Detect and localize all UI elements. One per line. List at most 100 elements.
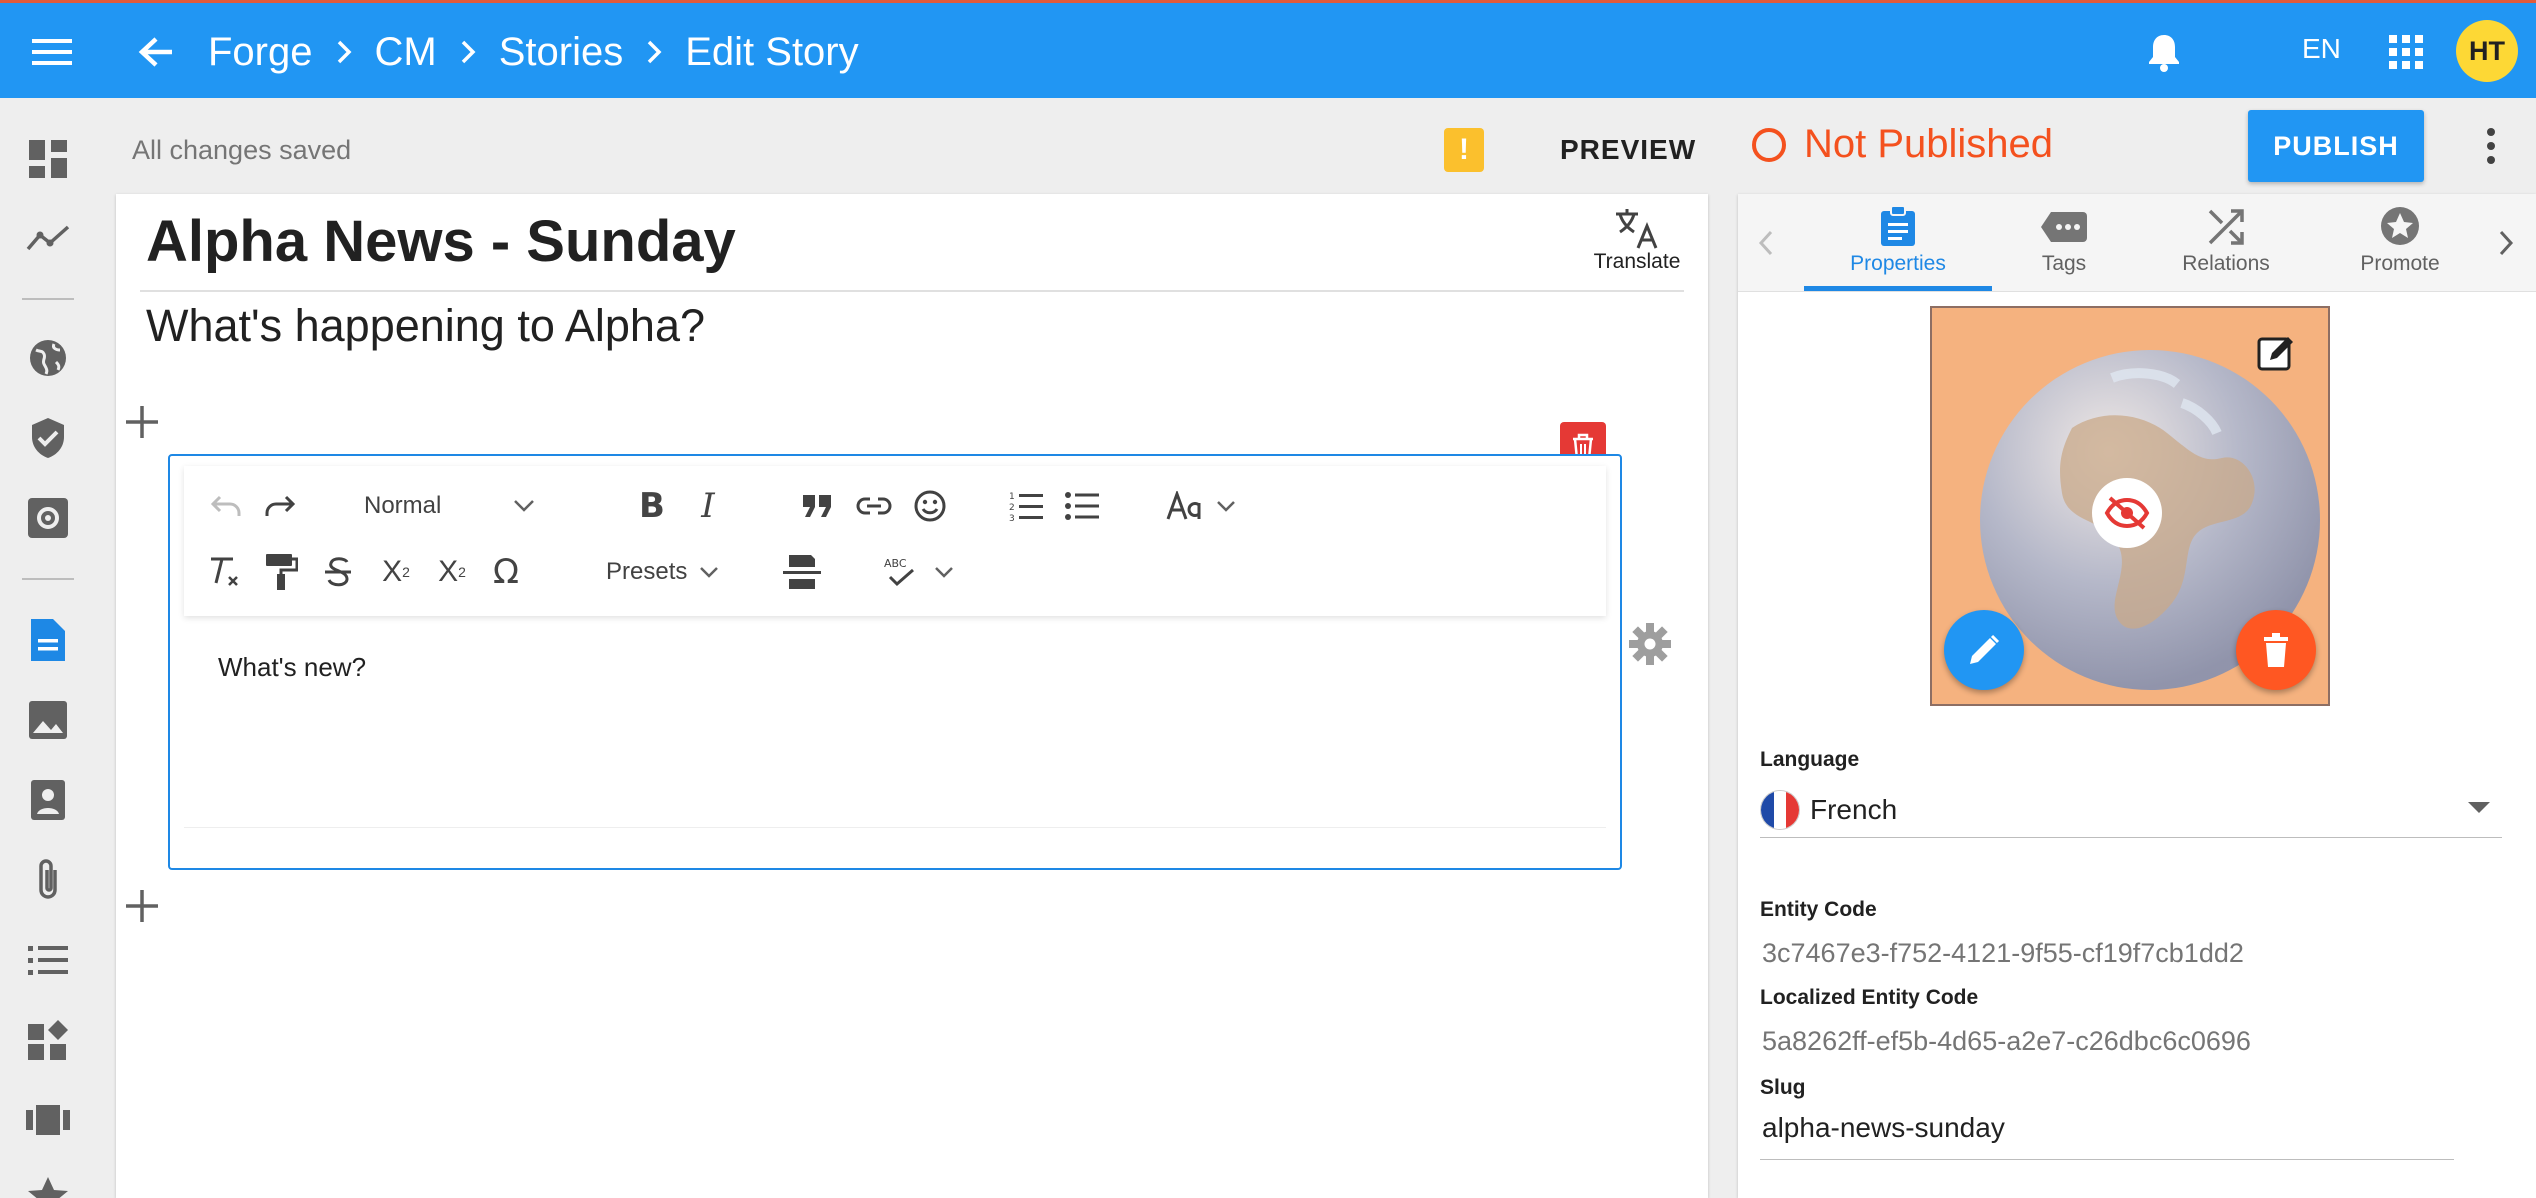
special-char-omega-icon[interactable]: Ω: [484, 550, 528, 594]
tab-relations[interactable]: Relations: [2132, 202, 2320, 284]
language-switch[interactable]: EN: [2302, 33, 2341, 65]
strikethrough-icon[interactable]: [316, 550, 360, 594]
image-icon[interactable]: [24, 696, 72, 744]
add-block-plus-icon[interactable]: [120, 884, 164, 928]
format-painter-icon[interactable]: [260, 550, 304, 594]
slug-input[interactable]: alpha-news-sunday: [1760, 1102, 2454, 1160]
tab-tags[interactable]: Tags: [1970, 202, 2158, 284]
undo-icon[interactable]: [202, 484, 246, 528]
bell-icon[interactable]: [2138, 26, 2190, 78]
slug-label: Slug: [1760, 1076, 1806, 1099]
rich-text-content[interactable]: What's new?: [184, 616, 1606, 828]
publish-status-text: Not Published: [1804, 122, 2054, 166]
font-case-select[interactable]: [1156, 484, 1246, 528]
rich-text-block: Normal B I 123 X 2 X 2 Ω Presets ABC Wha…: [168, 454, 1622, 870]
paragraph-style-select[interactable]: Normal: [364, 484, 584, 528]
eye-off-icon: [2104, 496, 2150, 530]
language-select[interactable]: French: [1760, 782, 2502, 838]
chevron-right-icon: [645, 39, 663, 65]
rail-divider: [22, 298, 74, 300]
back-arrow-icon[interactable]: [130, 26, 182, 78]
analytics-line-icon[interactable]: [24, 214, 72, 262]
add-block-plus-icon[interactable]: [120, 400, 164, 444]
italic-icon[interactable]: I: [686, 484, 730, 528]
edit-image-button[interactable]: [1944, 610, 2024, 690]
localized-entity-code-value: 5a8262ff-ef5b-4d65-a2e7-c26dbc6c0696: [1762, 1026, 2251, 1056]
warning-icon[interactable]: !: [1444, 128, 1484, 172]
tab-properties[interactable]: Properties: [1804, 202, 1992, 284]
svg-text:ABC: ABC: [884, 557, 907, 570]
bullet-list-icon[interactable]: [1060, 484, 1104, 528]
pencil-icon: [1970, 634, 2000, 664]
emoji-icon[interactable]: [908, 484, 952, 528]
chevron-down-icon: [1217, 501, 1235, 512]
breadcrumb-forge[interactable]: Forge: [208, 30, 313, 75]
more-vert-icon[interactable]: [2476, 122, 2506, 170]
portrait-icon[interactable]: [24, 776, 72, 824]
avatar[interactable]: HT: [2456, 20, 2518, 82]
breadcrumb-cm[interactable]: CM: [375, 30, 437, 75]
link-icon[interactable]: [852, 484, 896, 528]
story-subtitle[interactable]: What's happening to Alpha?: [146, 300, 705, 352]
svg-text:3: 3: [1009, 514, 1015, 522]
tab-label: Promote: [2360, 252, 2440, 275]
document-icon[interactable]: [24, 616, 72, 664]
publish-button[interactable]: PUBLISH: [2248, 110, 2424, 182]
globe-icon[interactable]: [24, 334, 72, 382]
shield-check-icon[interactable]: [24, 414, 72, 462]
active-tab-indicator: [1804, 286, 1992, 291]
rail-divider: [22, 578, 74, 580]
menu-icon[interactable]: [26, 26, 78, 78]
translate-button[interactable]: Translate: [1572, 206, 1702, 286]
navigation-rail: [0, 98, 100, 1198]
tab-promote[interactable]: Promote: [2306, 202, 2494, 284]
dashboard-icon[interactable]: [24, 135, 72, 183]
attachment-icon[interactable]: [24, 856, 72, 904]
numbered-list-icon[interactable]: 123: [1004, 484, 1048, 528]
entity-code-value: 3c7467e3-f752-4121-9f55-cf19f7cb1dd2: [1762, 938, 2244, 968]
block-settings-gear-icon[interactable]: [1628, 622, 1672, 671]
status-circle-icon: [1752, 127, 1786, 162]
carousel-icon[interactable]: [24, 1096, 72, 1144]
delete-image-button[interactable]: [2236, 610, 2316, 690]
visibility-toggle[interactable]: [2092, 478, 2162, 548]
horizontal-rule-icon[interactable]: [778, 550, 826, 594]
presets-select[interactable]: Presets: [606, 550, 746, 594]
subscript-icon[interactable]: X2: [430, 550, 474, 594]
star-icon[interactable]: [24, 1172, 72, 1198]
featured-image[interactable]: [1930, 306, 2330, 706]
app-bar: Forge CM Stories Edit Story EN HT: [0, 0, 2536, 98]
preview-button[interactable]: PREVIEW: [1560, 134, 1696, 166]
superscript-icon[interactable]: X2: [374, 550, 418, 594]
blockquote-icon[interactable]: [796, 484, 840, 528]
spellcheck-icon: ABC: [884, 557, 914, 587]
edit-external-icon[interactable]: [2256, 332, 2300, 376]
settings-box-icon[interactable]: [24, 494, 72, 542]
tag-icon: [2041, 212, 2087, 242]
tab-label: Properties: [1850, 252, 1946, 275]
list-icon[interactable]: [24, 936, 72, 984]
properties-side-panel: Properties Tags Relations Promote Langua…: [1738, 194, 2536, 1198]
save-status: All changes saved: [132, 135, 352, 165]
bold-icon[interactable]: B: [630, 484, 674, 528]
breadcrumb: Forge CM Stories Edit Story: [208, 27, 859, 77]
block-text[interactable]: What's new?: [218, 652, 366, 683]
chevron-left-icon[interactable]: [1746, 220, 1786, 266]
font-size-icon: [1166, 491, 1201, 520]
side-panel-tabs: Properties Tags Relations Promote: [1738, 194, 2536, 292]
svg-text:2: 2: [1009, 503, 1015, 513]
chevron-down-icon: [514, 500, 535, 512]
spellcheck-select[interactable]: ABC: [874, 550, 964, 594]
story-title[interactable]: Alpha News - Sunday: [146, 208, 736, 275]
entity-code-label: Entity Code: [1760, 898, 1877, 921]
widgets-icon[interactable]: [24, 1016, 72, 1064]
clear-format-icon[interactable]: [202, 550, 246, 594]
paragraph-style-value: Normal: [364, 492, 442, 519]
breadcrumb-stories[interactable]: Stories: [499, 30, 624, 75]
redo-icon[interactable]: [260, 484, 304, 528]
chevron-right-icon[interactable]: [2486, 220, 2526, 266]
french-flag-icon: [1760, 789, 1800, 830]
apps-grid-icon[interactable]: [2380, 26, 2432, 78]
title-divider: [140, 290, 1684, 292]
chevron-down-icon: [935, 567, 953, 578]
